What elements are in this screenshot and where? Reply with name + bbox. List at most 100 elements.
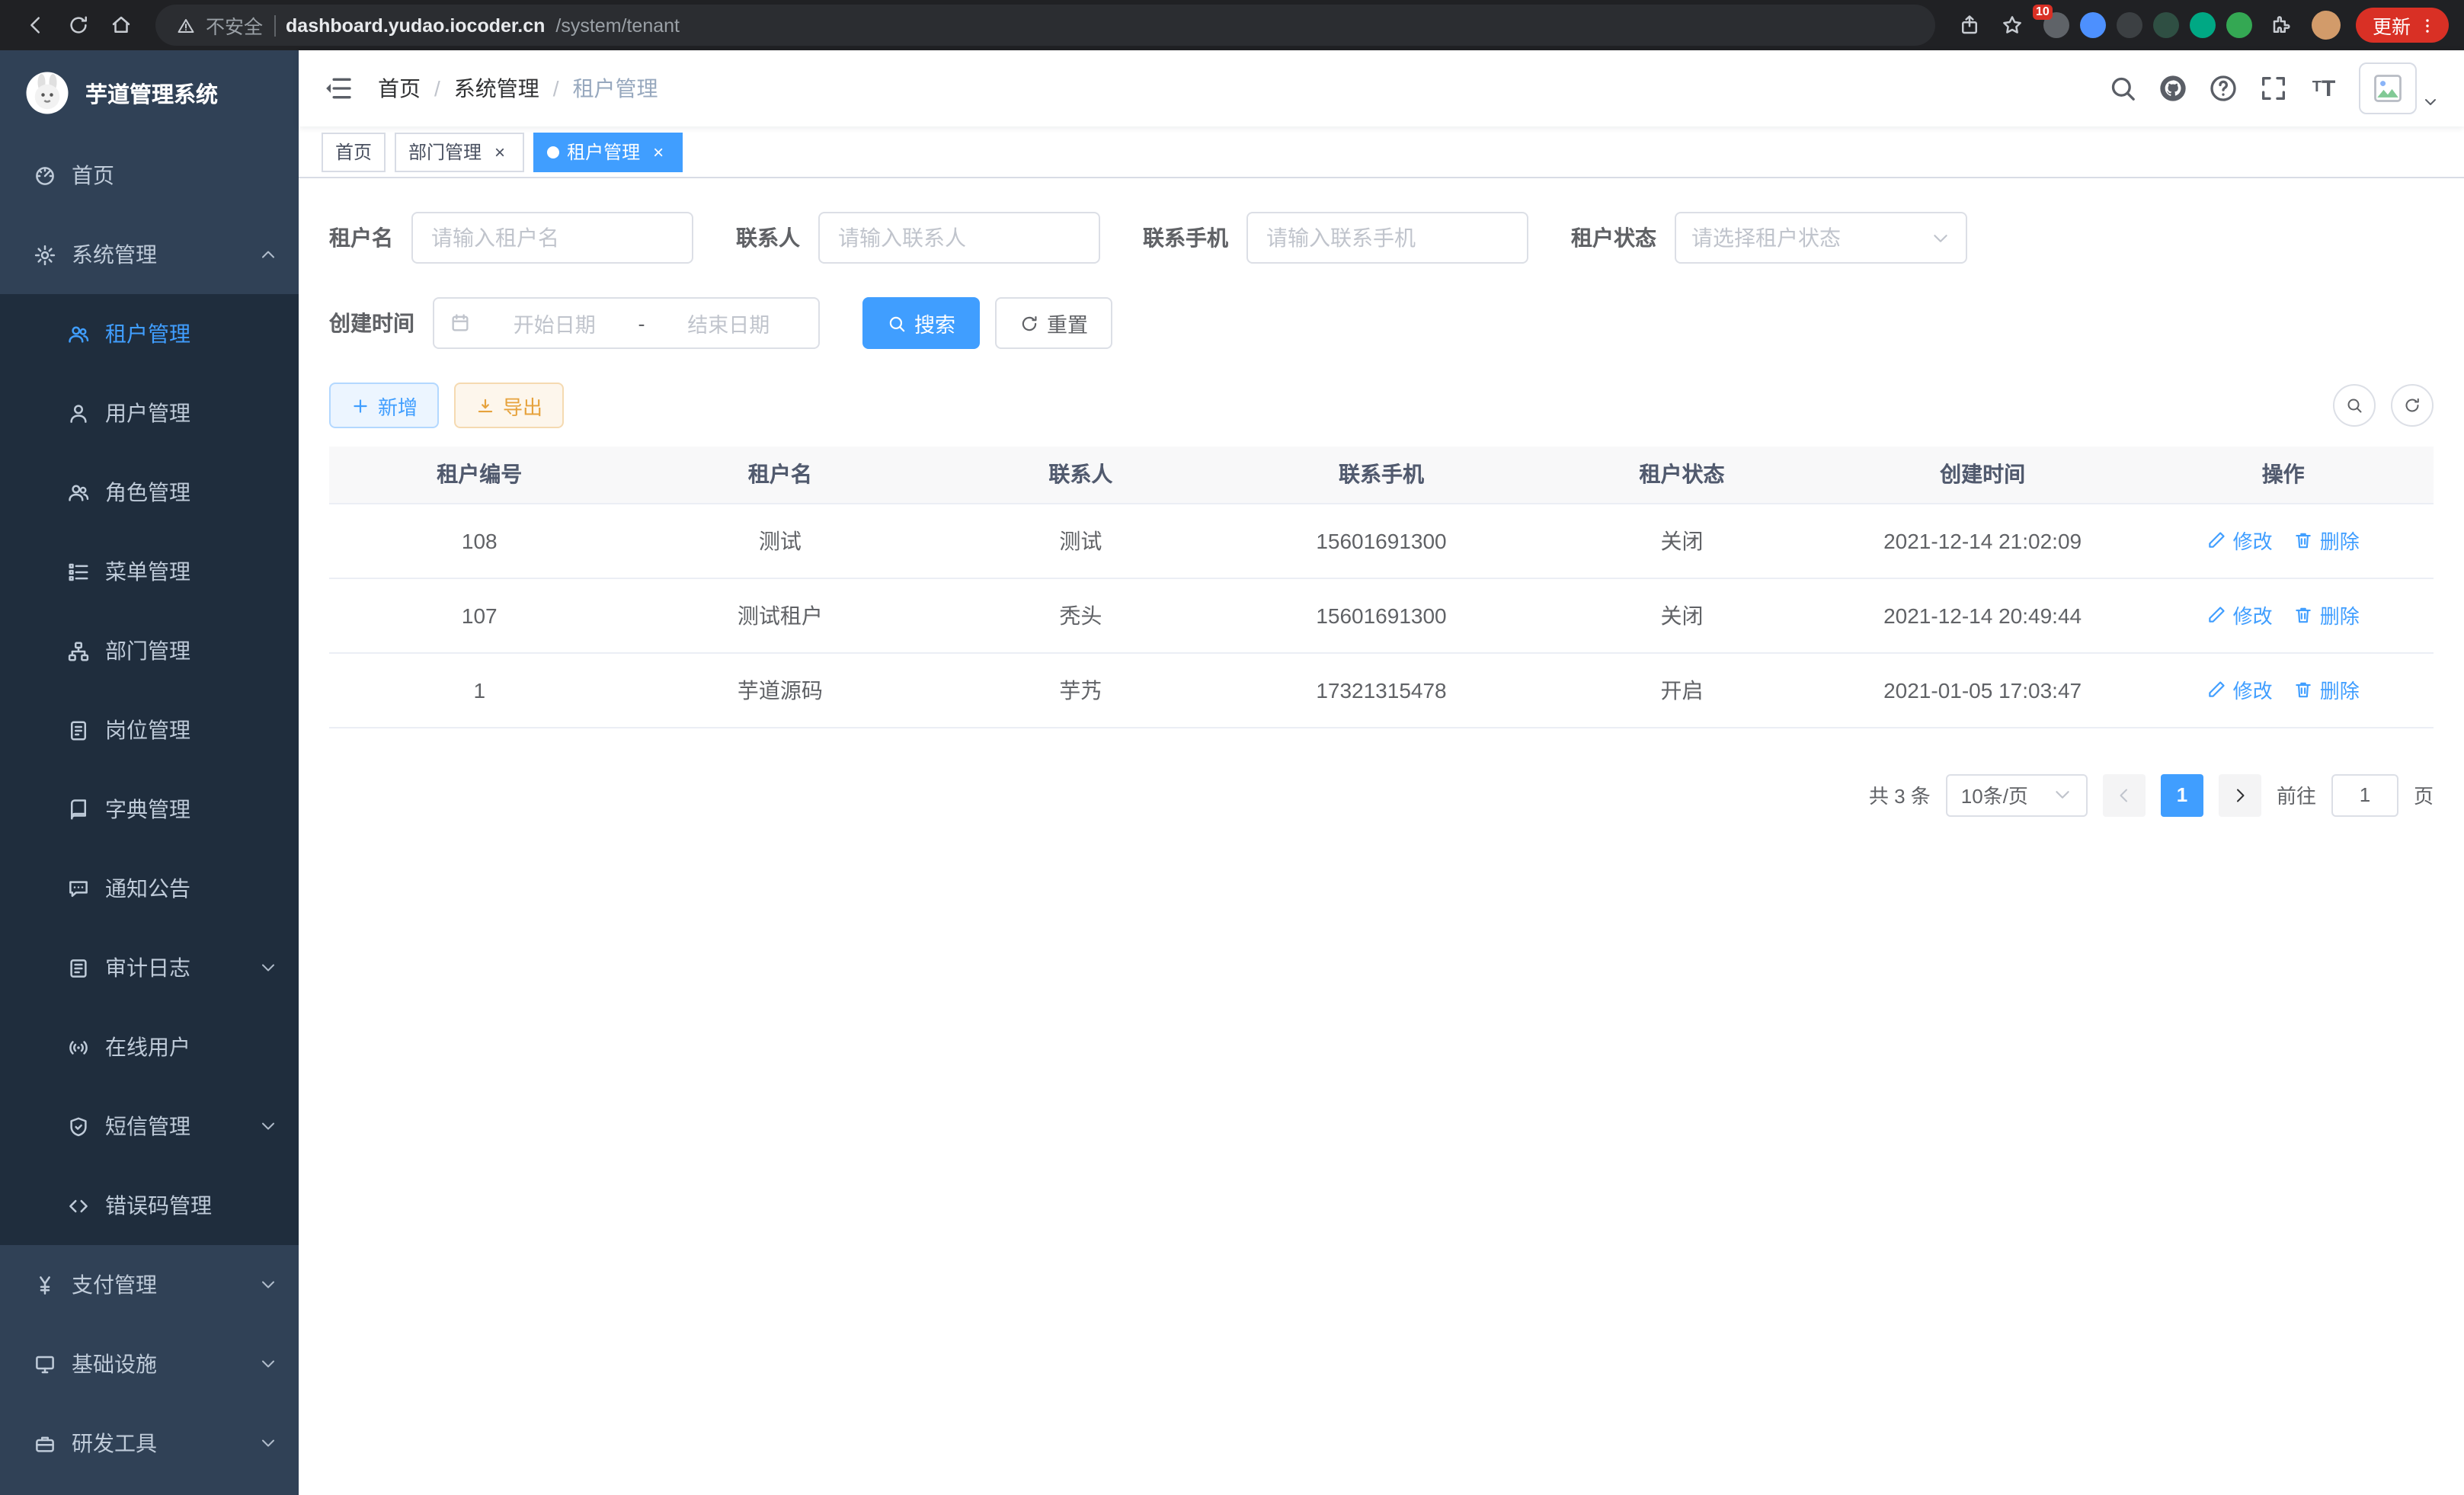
create-time-range-picker[interactable]: 开始日期 - 结束日期 [433, 297, 820, 349]
close-icon[interactable]: × [648, 141, 669, 162]
share-icon[interactable] [1950, 5, 1990, 45]
cell-id: 1 [329, 652, 630, 727]
toggle-search-button[interactable] [2333, 384, 2376, 427]
browser-home-icon[interactable] [101, 5, 140, 45]
sidebar-collapse-icon[interactable] [323, 73, 354, 104]
edit-button[interactable]: 修改 [2207, 600, 2273, 629]
reset-button[interactable]: 重置 [995, 297, 1112, 349]
sidebar-item-system[interactable]: 系统管理 [0, 215, 299, 294]
delete-button[interactable]: 删除 [2294, 675, 2360, 704]
sidebar-item-infra[interactable]: 基础设施 [0, 1324, 299, 1404]
breadcrumb-item[interactable]: 首页 [378, 73, 421, 104]
sidebar-item-dict[interactable]: 字典管理 [0, 770, 299, 849]
address-bar[interactable]: 不安全 dashboard.yudao.iocoder.cn/system/te… [155, 5, 1935, 46]
column-header: 租户编号 [329, 447, 630, 503]
sidebar-item-notice[interactable]: 通知公告 [0, 849, 299, 928]
sidebar-item-role[interactable]: 角色管理 [0, 453, 299, 532]
extension-3-icon[interactable] [2117, 12, 2142, 38]
sidebar-item-label: 菜单管理 [105, 556, 277, 587]
filter-tenant-name: 租户名 [329, 212, 693, 264]
export-button[interactable]: 导出 [454, 383, 564, 428]
chrome-update-button[interactable]: 更新 [2356, 8, 2449, 43]
logo[interactable]: 芋道管理系统 [0, 50, 299, 136]
fullscreen-icon[interactable] [2258, 73, 2289, 104]
tag-label: 首页 [335, 139, 372, 165]
header-search-icon[interactable] [2107, 73, 2138, 104]
chevron-down-icon [1931, 228, 1950, 248]
contact-label: 联系人 [736, 222, 818, 253]
sidebar-item-tenant[interactable]: 租户管理 [0, 294, 299, 373]
create-time-label: 创建时间 [329, 308, 433, 338]
browser-reload-icon[interactable] [58, 5, 98, 45]
sidebar-item-label: 首页 [72, 160, 277, 190]
edit-button[interactable]: 修改 [2207, 675, 2273, 704]
tag-tenant[interactable]: 租户管理 × [533, 132, 683, 171]
sidebar-item-sms[interactable]: 短信管理 [0, 1087, 299, 1166]
sidebar-item-label: 支付管理 [72, 1269, 259, 1300]
github-icon[interactable] [2158, 73, 2188, 104]
sidebar-item-user[interactable]: 用户管理 [0, 373, 299, 453]
delete-button[interactable]: 删除 [2294, 600, 2360, 629]
next-page-button[interactable] [2219, 773, 2261, 816]
mobile-input[interactable] [1246, 212, 1528, 264]
sidebar-item-pay[interactable]: 支付管理 [0, 1245, 299, 1324]
tenant-name-input[interactable] [411, 212, 693, 264]
cell-created: 2021-12-14 21:02:09 [1832, 503, 2133, 578]
sidebar-item-audit-log[interactable]: 审计日志 [0, 928, 299, 1007]
tag-dept[interactable]: 部门管理× [395, 132, 524, 171]
sidebar-item-home[interactable]: 首页 [0, 136, 299, 215]
extension-1-icon[interactable]: 10 [2043, 12, 2069, 38]
bookmark-star-icon[interactable] [1993, 5, 2033, 45]
toolbox-icon [34, 1432, 56, 1455]
extension-5-icon[interactable] [2190, 12, 2216, 38]
sidebar-item-dept[interactable]: 部门管理 [0, 611, 299, 690]
warning-icon [174, 13, 198, 37]
edit-button[interactable]: 修改 [2207, 526, 2273, 555]
security-chip[interactable]: 不安全 [174, 11, 263, 40]
cell-name: 芋道源码 [630, 652, 931, 727]
chevron-down-icon [2053, 785, 2072, 805]
page-1-button[interactable]: 1 [2161, 773, 2203, 816]
tenant-status-select[interactable]: 请选择租户状态 [1675, 212, 1967, 264]
profile-avatar[interactable] [2312, 11, 2341, 40]
help-icon[interactable] [2208, 73, 2238, 104]
page-size-select[interactable]: 10条/页 [1946, 773, 2088, 816]
browser-menu-kebab-icon[interactable] [2415, 13, 2440, 37]
breadcrumb-item[interactable]: 系统管理 [454, 73, 539, 104]
sidebar-item-devtool[interactable]: 研发工具 [0, 1404, 299, 1483]
extension-4-icon[interactable] [2153, 12, 2179, 38]
browser-back-icon[interactable] [15, 5, 55, 45]
cell-created: 2021-01-05 17:03:47 [1832, 652, 2133, 727]
extension-badge: 10 [2033, 5, 2053, 20]
refresh-table-button[interactable] [2391, 384, 2434, 427]
tenant-table: 租户编号租户名联系人联系手机租户状态创建时间操作 108测试测试15601691… [329, 447, 2434, 728]
user-avatar[interactable] [2359, 62, 2440, 114]
sidebar-item-menu[interactable]: 菜单管理 [0, 532, 299, 611]
roles-icon [67, 481, 90, 504]
tag-label: 租户管理 [567, 139, 640, 165]
search-button[interactable]: 搜索 [862, 297, 980, 349]
add-button[interactable]: 新增 [329, 383, 439, 428]
sidebar-item-label: 在线用户 [105, 1032, 277, 1062]
extensions-puzzle-icon[interactable] [2263, 5, 2302, 45]
table-header: 租户编号租户名联系人联系手机租户状态创建时间操作 [329, 447, 2434, 503]
status-placeholder: 请选择租户状态 [1691, 222, 1841, 253]
font-size-icon[interactable]: TT [2309, 73, 2339, 104]
sidebar-item-online-user[interactable]: 在线用户 [0, 1007, 299, 1087]
tag-home[interactable]: 首页 [322, 132, 386, 171]
gear-icon [34, 243, 56, 266]
sidebar-item-post[interactable]: 岗位管理 [0, 690, 299, 770]
sidebar-item-error-code[interactable]: 错误码管理 [0, 1166, 299, 1245]
extension-2-icon[interactable] [2080, 12, 2106, 38]
goto-page-input[interactable] [2331, 773, 2398, 816]
extension-6-icon[interactable] [2226, 12, 2252, 38]
filter-contact: 联系人 [736, 212, 1100, 264]
user-icon [67, 402, 90, 424]
update-label: 更新 [2373, 11, 2411, 40]
rabbit-logo-icon [24, 70, 70, 116]
close-icon[interactable]: × [489, 141, 510, 162]
delete-button[interactable]: 删除 [2294, 526, 2360, 555]
contact-input[interactable] [818, 212, 1100, 264]
browser-toolbar: 不安全 dashboard.yudao.iocoder.cn/system/te… [0, 0, 2464, 50]
prev-page-button[interactable] [2103, 773, 2146, 816]
